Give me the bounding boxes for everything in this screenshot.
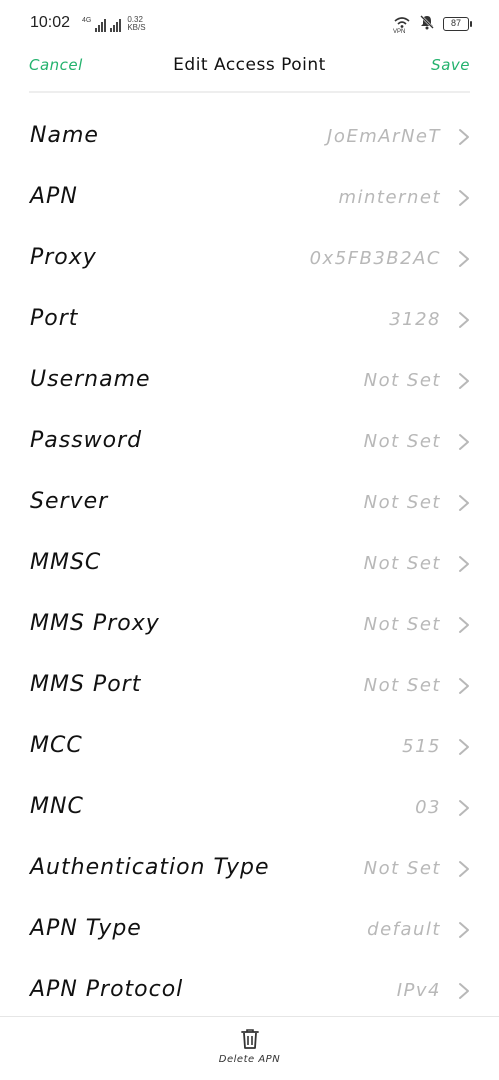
page-title: Edit Access Point bbox=[173, 55, 326, 75]
vpn-icon: VPN bbox=[393, 15, 411, 35]
row-password[interactable]: Password Not Set bbox=[0, 411, 499, 472]
row-mms-proxy[interactable]: MMS Proxy Not Set bbox=[0, 594, 499, 655]
chevron-right-icon bbox=[459, 556, 469, 572]
mute-icon bbox=[419, 14, 435, 34]
row-name[interactable]: Name JoEmArNeT bbox=[0, 106, 499, 167]
row-value: Not Set bbox=[363, 431, 441, 452]
row-label: MCC bbox=[30, 733, 83, 758]
signal-icon bbox=[95, 18, 107, 32]
row-label: MMS Proxy bbox=[30, 611, 160, 636]
chevron-right-icon bbox=[459, 739, 469, 755]
row-value: 0x5FB3B2AC bbox=[309, 248, 441, 269]
row-value: Not Set bbox=[363, 614, 441, 635]
row-label: Username bbox=[30, 367, 151, 392]
chevron-right-icon bbox=[459, 922, 469, 938]
save-button[interactable]: Save bbox=[431, 56, 470, 74]
network-type-label: 4G bbox=[82, 17, 92, 24]
chevron-right-icon bbox=[459, 190, 469, 206]
chevron-right-icon bbox=[459, 617, 469, 633]
row-mmsc[interactable]: MMSC Not Set bbox=[0, 533, 499, 594]
row-value: Not Set bbox=[363, 553, 441, 574]
chevron-right-icon bbox=[459, 861, 469, 877]
row-mnc[interactable]: MNC 03 bbox=[0, 777, 499, 838]
status-bar: 10:02 4G 0.32 KB/S VPN 87 bbox=[0, 0, 499, 46]
row-apn-type[interactable]: APN Type default bbox=[0, 899, 499, 960]
row-label: Name bbox=[30, 123, 99, 148]
row-mcc[interactable]: MCC 515 bbox=[0, 716, 499, 777]
row-label: APN Type bbox=[30, 916, 142, 941]
row-label: APN Protocol bbox=[30, 977, 184, 1002]
chevron-right-icon bbox=[459, 495, 469, 511]
header: Cancel Edit Access Point Save bbox=[0, 46, 499, 86]
row-value: Not Set bbox=[363, 858, 441, 879]
signal-icon-secondary bbox=[110, 18, 122, 32]
row-proxy[interactable]: Proxy 0x5FB3B2AC bbox=[0, 228, 499, 289]
row-port[interactable]: Port 3128 bbox=[0, 289, 499, 350]
row-value: minternet bbox=[338, 187, 441, 208]
row-value: Not Set bbox=[363, 492, 441, 513]
chevron-right-icon bbox=[459, 678, 469, 694]
row-apn[interactable]: APN minternet bbox=[0, 167, 499, 228]
chevron-right-icon bbox=[459, 373, 469, 389]
apn-settings-list: Name JoEmArNeT APN minternet Proxy 0x5FB… bbox=[0, 106, 499, 1021]
row-value: IPv4 bbox=[396, 980, 441, 1001]
bottom-divider bbox=[0, 1016, 499, 1017]
row-value: default bbox=[367, 919, 441, 940]
chevron-right-icon bbox=[459, 434, 469, 450]
row-label: MNC bbox=[30, 794, 84, 819]
chevron-right-icon bbox=[459, 800, 469, 816]
delete-apn-label: Delete APN bbox=[218, 1054, 281, 1065]
vpn-label: VPN bbox=[393, 29, 406, 35]
row-label: Password bbox=[30, 428, 143, 453]
row-label: Server bbox=[30, 489, 109, 514]
status-left-icons: 4G 0.32 KB/S bbox=[82, 14, 146, 32]
row-label: MMSC bbox=[30, 550, 102, 575]
row-value: 515 bbox=[402, 736, 441, 757]
row-label: MMS Port bbox=[30, 672, 142, 697]
chevron-right-icon bbox=[459, 312, 469, 328]
row-value: Not Set bbox=[363, 370, 441, 391]
network-speed: 0.32 KB/S bbox=[127, 16, 145, 32]
row-apn-protocol[interactable]: APN Protocol IPv4 bbox=[0, 960, 499, 1021]
network-speed-unit: KB/S bbox=[127, 23, 146, 32]
header-divider bbox=[29, 91, 470, 93]
row-server[interactable]: Server Not Set bbox=[0, 472, 499, 533]
row-mms-port[interactable]: MMS Port Not Set bbox=[0, 655, 499, 716]
row-label: Port bbox=[30, 306, 79, 331]
row-label: Authentication Type bbox=[30, 855, 270, 880]
status-right-icons: VPN 87 bbox=[393, 14, 472, 35]
battery-icon: 87 bbox=[443, 17, 472, 31]
status-time: 10:02 bbox=[30, 14, 71, 31]
row-value: Not Set bbox=[363, 675, 441, 696]
chevron-right-icon bbox=[459, 983, 469, 999]
chevron-right-icon bbox=[459, 129, 469, 145]
delete-apn-button[interactable]: Delete APN bbox=[0, 1028, 499, 1065]
row-value: 3128 bbox=[389, 309, 441, 330]
row-value: JoEmArNeT bbox=[327, 126, 441, 147]
chevron-right-icon bbox=[459, 251, 469, 267]
row-authentication-type[interactable]: Authentication Type Not Set bbox=[0, 838, 499, 899]
row-label: Proxy bbox=[30, 245, 97, 270]
row-username[interactable]: Username Not Set bbox=[0, 350, 499, 411]
trash-icon bbox=[240, 1029, 259, 1049]
row-value: 03 bbox=[415, 797, 441, 818]
row-label: APN bbox=[30, 184, 78, 209]
